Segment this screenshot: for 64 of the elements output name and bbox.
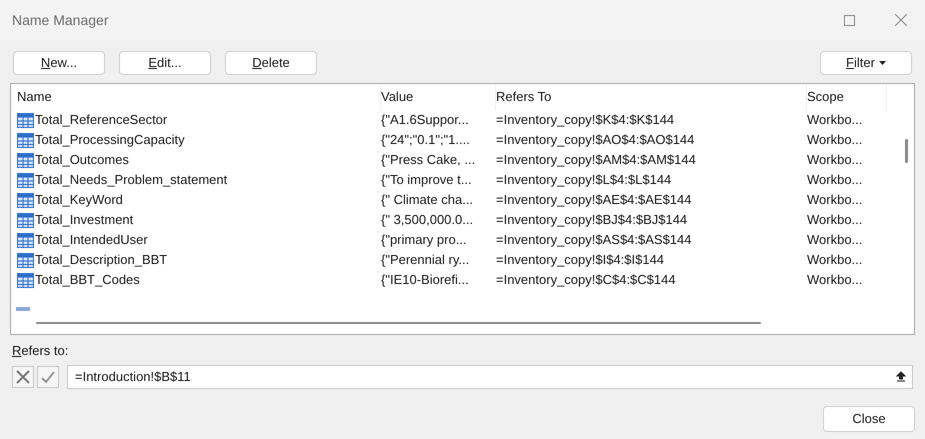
cancel-icon[interactable] — [12, 366, 34, 388]
toolbar-button[interactable]: Delete — [225, 51, 317, 75]
table-icon — [17, 112, 34, 128]
scope-cell: Workbo... — [807, 152, 862, 168]
refers-to-cell: =Inventory_copy!$BJ$4:$BJ$144 — [496, 212, 688, 228]
toolbar-button[interactable]: New... — [13, 51, 105, 75]
caret-icon — [878, 61, 886, 65]
refers-to-cell: =Inventory_copy!$AM$4:$AM$144 — [496, 152, 696, 168]
toolbar-button[interactable]: Edit... — [119, 51, 211, 75]
maximize-icon[interactable] — [844, 14, 855, 26]
name-cell[interactable]: Total_Description_BBT — [35, 250, 168, 270]
value-cell: {" Climate cha... — [381, 192, 474, 208]
name-cell[interactable]: Total_Outcomes — [35, 150, 129, 170]
refers-to-cell: =Inventory_copy!$AE$4:$AE$144 — [496, 192, 692, 208]
name-cell[interactable]: Total_Investment — [35, 210, 134, 230]
column-header[interactable]: Refers To — [496, 87, 552, 107]
column-header[interactable]: Value — [381, 87, 414, 107]
name-cell[interactable]: Total_ReferenceSector — [35, 110, 168, 130]
value-cell: {"24";"0.1";"1.... — [381, 132, 470, 148]
value-cell: {"To improve t... — [381, 172, 472, 188]
scope-cell: Workbo... — [807, 172, 862, 188]
value-cell: {"Press Cake, ... — [381, 152, 476, 168]
refers-to-cell: =Inventory_copy!$L$4:$L$144 — [496, 172, 672, 188]
name-cell[interactable]: Total_IntendedUser — [35, 230, 148, 250]
value-cell: {" 3,500,000.0... — [381, 212, 474, 228]
refers-to-cell: =Inventory_copy!$K$4:$K$144 — [496, 112, 674, 128]
name-cell[interactable]: Total_KeyWord — [35, 190, 123, 210]
name-cell[interactable]: Total_BBT_Codes — [35, 270, 140, 290]
scope-cell: Workbo... — [807, 252, 862, 268]
table-icon — [17, 252, 34, 268]
column-header[interactable]: Name — [17, 87, 52, 107]
scope-cell: Workbo... — [807, 192, 862, 208]
scope-cell: Workbo... — [807, 232, 862, 248]
value-cell: {"IE10-Biorefi... — [381, 272, 469, 288]
vertical-scrollbar[interactable] — [905, 139, 908, 163]
table-icon — [17, 272, 34, 288]
value-cell: {"primary pro... — [381, 232, 467, 248]
table-icon — [17, 212, 34, 228]
refers-to-cell: =Inventory_copy!$C$4:$C$144 — [496, 272, 676, 288]
refers-to-label: Refers to: — [12, 343, 68, 358]
refers-to-cell: =Inventory_copy!$AS$4:$AS$144 — [496, 232, 692, 248]
table-icon — [17, 152, 34, 168]
table-icon — [17, 192, 34, 208]
refers-to-cell: =Inventory_copy!$AO$4:$AO$144 — [496, 132, 694, 148]
scope-cell: Workbo... — [807, 132, 862, 148]
column-header[interactable]: Scope — [807, 87, 844, 107]
check-icon[interactable] — [37, 366, 59, 388]
table-icon — [17, 232, 34, 248]
scope-cell: Workbo... — [807, 212, 862, 228]
name-cell[interactable]: Total_Needs_Problem_statement — [35, 170, 228, 190]
close-button[interactable]: Close — [823, 406, 915, 432]
table-icon — [17, 172, 34, 188]
value-cell: {"A1.6Suppor... — [381, 112, 469, 128]
close-icon[interactable] — [895, 14, 907, 26]
value-cell: {"Perennial ry... — [381, 252, 470, 268]
scope-cell: Workbo... — [807, 272, 862, 288]
window-title: Name Manager — [12, 10, 108, 30]
refers-to-cell: =Inventory_copy!$I$4:$I$144 — [496, 252, 664, 268]
table-icon — [17, 132, 34, 148]
name-cell[interactable]: Total_ProcessingCapacity — [35, 130, 185, 150]
table-row-partial — [16, 307, 30, 311]
filter-button[interactable]: Filter — [820, 51, 912, 75]
horizontal-scrollbar[interactable] — [36, 322, 761, 324]
scope-cell: Workbo... — [807, 112, 862, 128]
